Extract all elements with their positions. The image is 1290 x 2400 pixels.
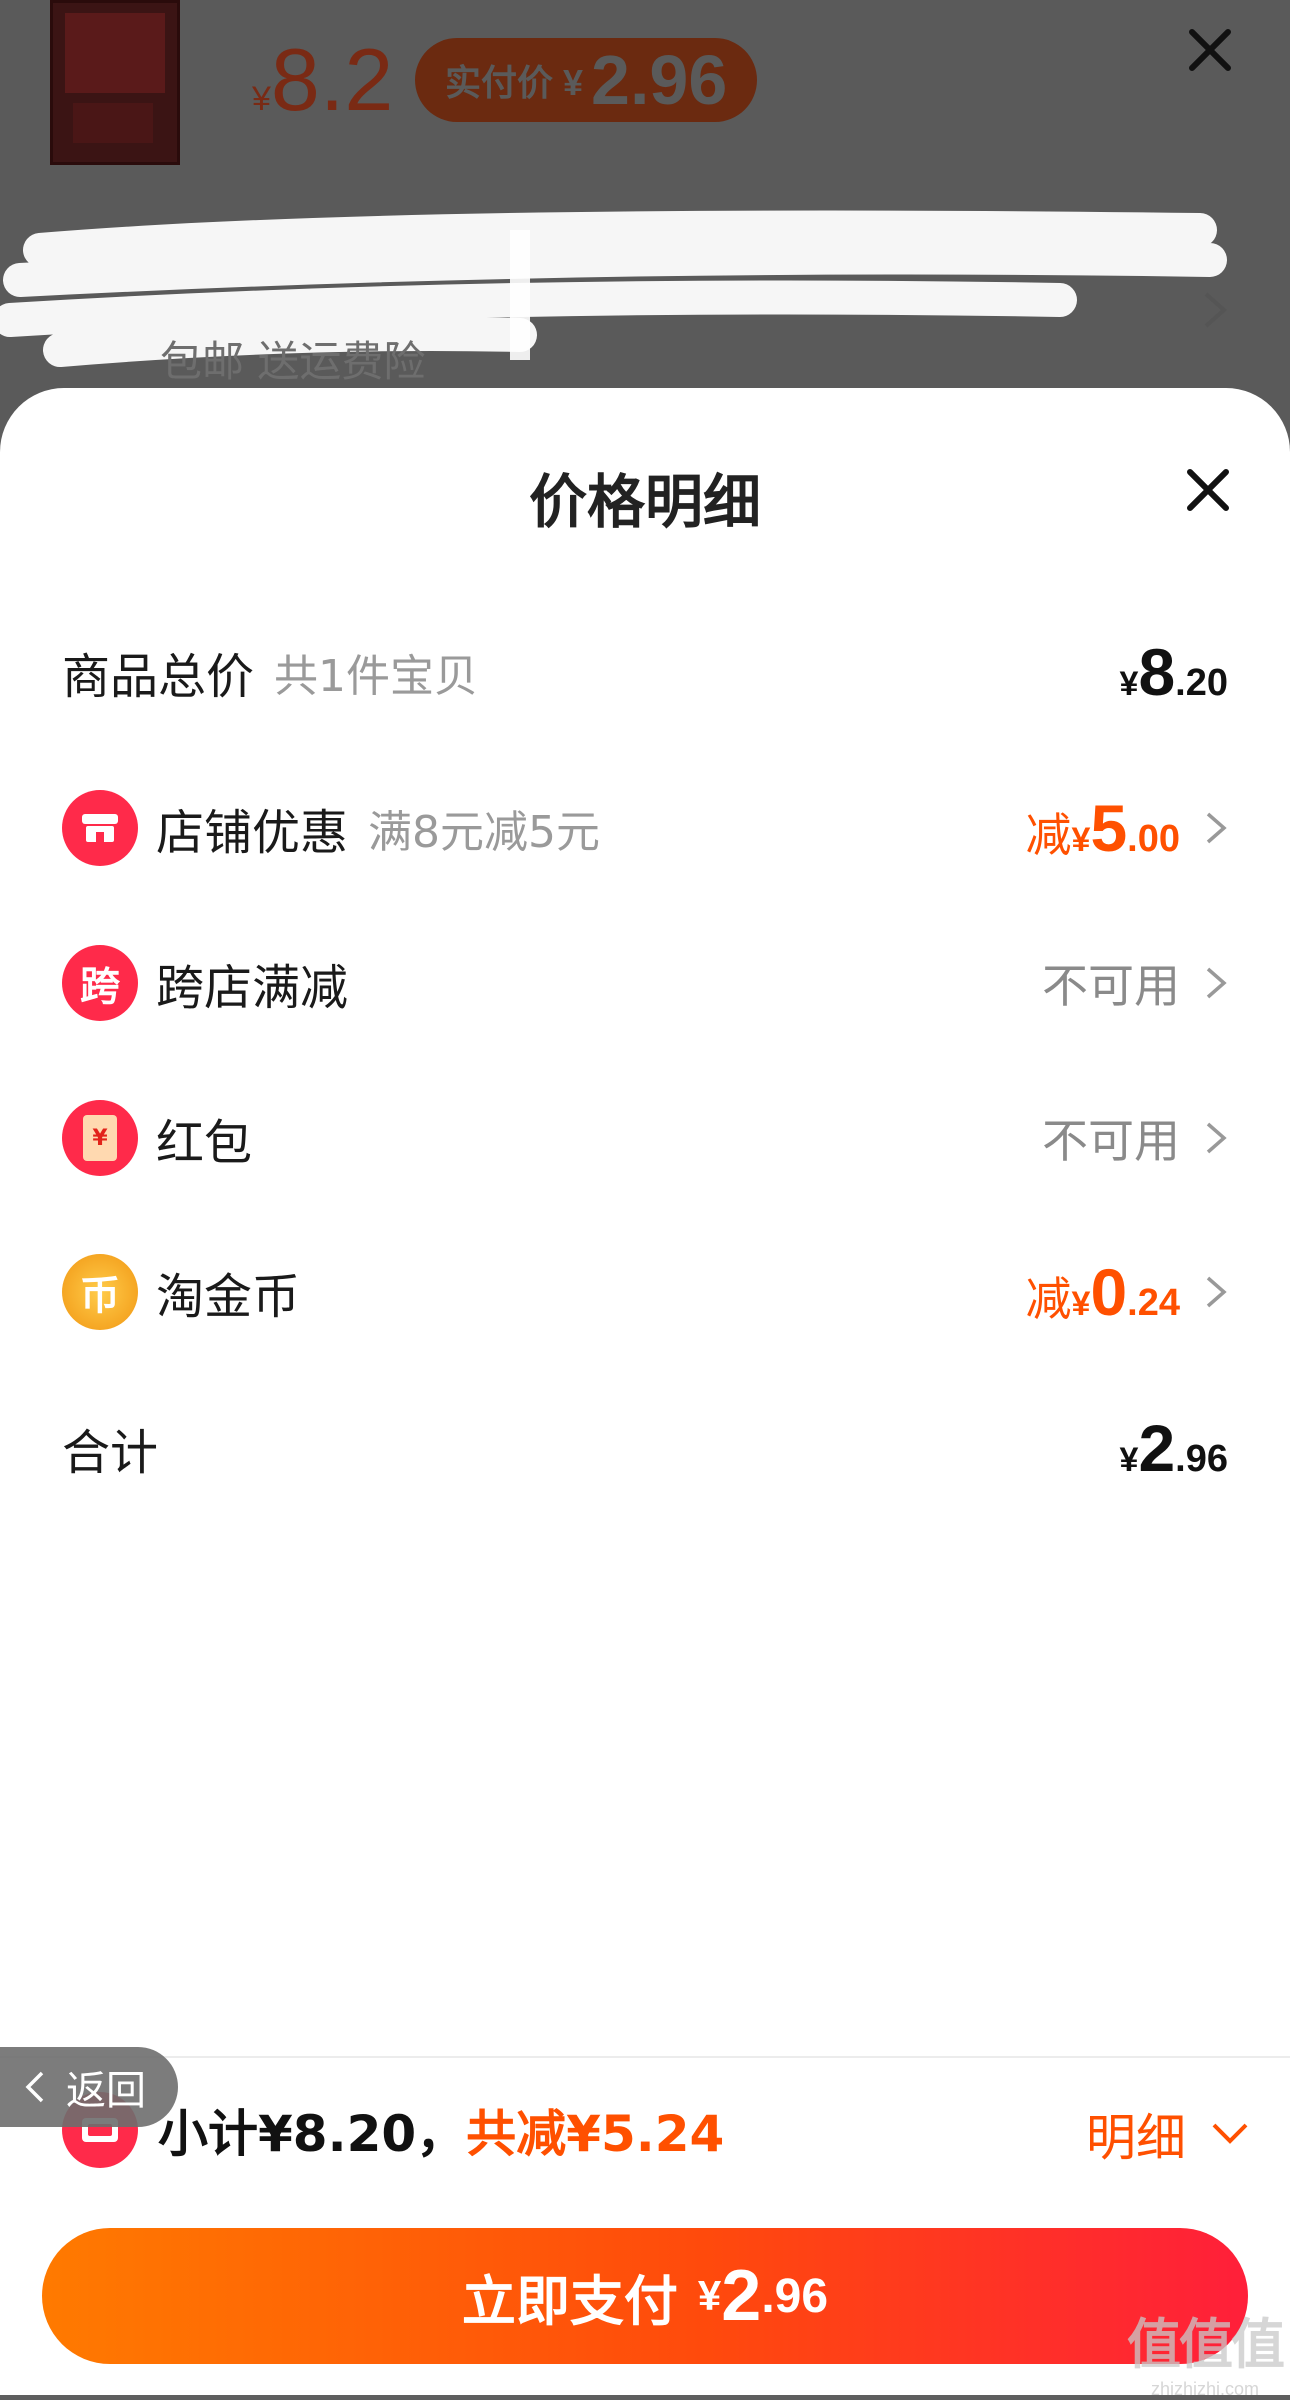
row-goods-total: 商品总价 共1件宝贝 ¥8.20 [62, 635, 1228, 709]
subtotal-text: 小计¥8.20， [158, 2105, 467, 2163]
chevron-right-icon [1204, 292, 1228, 328]
cross-store-status: 不可用 [1042, 959, 1180, 1013]
pay-now-button[interactable]: 立即支付 ¥2.96 [42, 2228, 1248, 2364]
cross-store-icon: 跨 [62, 945, 138, 1021]
watermark-logo: 值值值 zhizhizhi.com [1127, 2313, 1285, 2399]
back-button[interactable]: 返回 [0, 2047, 178, 2127]
store-discount-amount: 减 ¥5.00 [1025, 791, 1180, 865]
detail-toggle[interactable]: 明细 [1086, 2098, 1250, 2170]
row-gold-coin[interactable]: 币 淘金币 减 ¥0.24 [62, 1242, 1228, 1342]
row-cross-store[interactable]: 跨 跨店满减 不可用 [62, 933, 1228, 1033]
chevron-right-icon [1206, 1122, 1227, 1154]
chevron-right-icon [1206, 812, 1227, 844]
saved-text: 共减¥5.24 [466, 2105, 725, 2163]
gold-coin-icon: 币 [62, 1254, 138, 1330]
row-red-packet[interactable]: ¥ 红包 不可用 [62, 1088, 1228, 1188]
row-store-discount[interactable]: 店铺优惠 满8元减5元 减 ¥5.00 [62, 778, 1228, 878]
product-thumbnail [50, 0, 180, 165]
total-amount: ¥2.96 [1119, 1411, 1228, 1485]
actual-price-pill: 实付价 ¥2.96 [415, 38, 758, 122]
close-icon[interactable] [1180, 462, 1236, 518]
product-price: ¥8.2 [252, 30, 394, 129]
divider [0, 2056, 1290, 2058]
goods-total-amount: ¥8.20 [1119, 635, 1228, 709]
chevron-down-icon [1212, 2123, 1248, 2144]
gold-coin-amount: 减 ¥0.24 [1025, 1255, 1180, 1329]
sheet-title: 价格明细 [528, 468, 761, 536]
chevron-right-icon [1206, 1276, 1227, 1308]
store-icon [62, 790, 138, 866]
red-packet-status: 不可用 [1042, 1114, 1180, 1168]
row-total: 合计 ¥2.96 [62, 1411, 1228, 1485]
close-icon[interactable] [1180, 20, 1240, 80]
chevron-right-icon [1206, 967, 1227, 999]
shipping-text: 包邮 送运费险 [160, 337, 426, 386]
red-packet-icon: ¥ [62, 1100, 138, 1176]
chevron-left-icon [25, 2071, 44, 2103]
